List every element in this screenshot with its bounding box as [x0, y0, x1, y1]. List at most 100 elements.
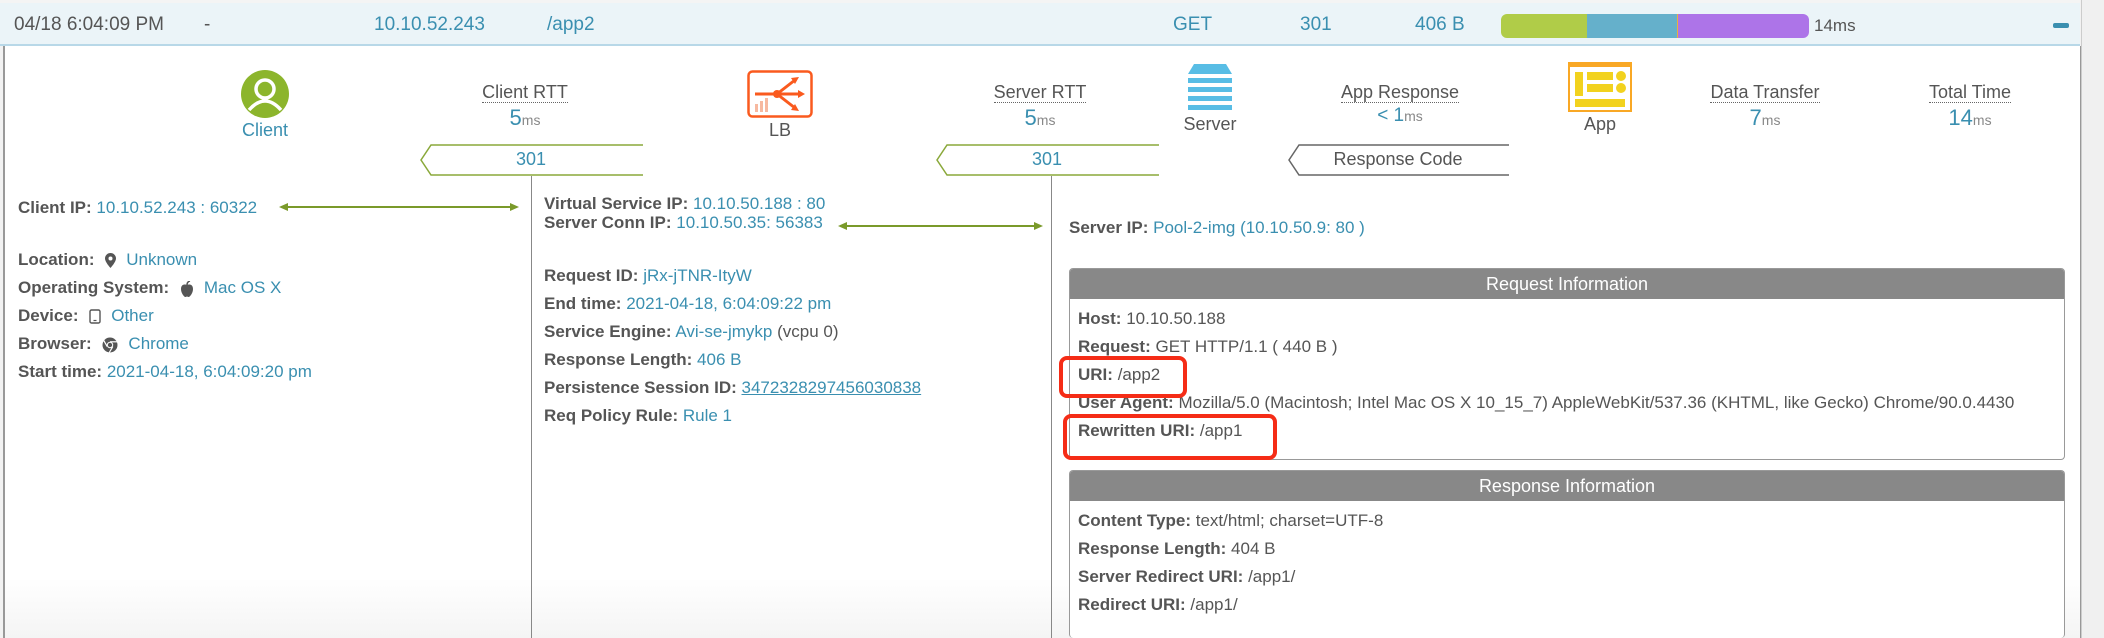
data-transfer-title[interactable]: Data Transfer	[1710, 82, 1820, 103]
browser-row: Browser: Chrome	[18, 334, 189, 353]
request-value: GET HTTP/1.1 ( 440 B )	[1155, 337, 1338, 356]
rewritten-uri-highlight-box	[1063, 414, 1277, 460]
server-response-code: 301	[935, 144, 1159, 176]
vs-ip-row: Virtual Service IP: 10.10.50.188 : 80	[544, 194, 826, 213]
server-conn-ip-row: Server Conn IP: 10.10.50.35: 56383	[544, 213, 823, 232]
data-transfer-value: 7	[1749, 105, 1762, 130]
log-dash: -	[204, 14, 211, 35]
client-ip-row: Client IP: 10.10.52.243 : 60322	[18, 198, 258, 217]
client-lb-connection-arrow	[279, 203, 519, 211]
response-information-title: Response Information	[1070, 471, 2064, 501]
os-row: Operating System: Mac OS X	[18, 278, 282, 297]
lb-label: LB	[768, 120, 792, 140]
timeline-segment-server-rtt	[1587, 14, 1677, 38]
timeline-segment-data-transfer	[1677, 14, 1809, 38]
user-agent-value: Mozilla/5.0 (Macintosh; Intel Mac OS X 1…	[1178, 393, 2015, 412]
minus-icon[interactable]	[2053, 23, 2069, 28]
app-label: App	[1583, 114, 1617, 134]
end-time-row: End time: 2021-04-18, 6:04:09:22 pm	[544, 294, 832, 313]
server-response-code-value: 301	[1031, 149, 1063, 169]
uri-row: URI: /app2	[1078, 365, 1161, 384]
log-status[interactable]: 301	[1300, 14, 1332, 36]
user-icon	[241, 70, 289, 118]
log-total-time: 14ms	[1814, 16, 1856, 35]
column-divider	[1051, 176, 1052, 638]
timeline-segment-client-rtt	[1501, 14, 1588, 38]
lb-details: Request ID: jRx-jTNR-ItyW End time: 2021…	[544, 262, 921, 430]
host-row: Host: 10.10.50.188	[1078, 309, 1226, 328]
response-code-legend: Response Code	[1287, 144, 1509, 176]
log-client-ip[interactable]: 10.10.52.243	[374, 14, 485, 36]
host-value: 10.10.50.188	[1126, 309, 1226, 328]
response-length-value: 406 B	[697, 350, 742, 369]
log-size[interactable]: 406 B	[1415, 14, 1465, 36]
location-value: Unknown	[126, 250, 198, 269]
browser-value: Chrome	[128, 334, 189, 353]
total-time-title[interactable]: Total Time	[1928, 82, 2012, 103]
request-id-value: jRx-jTNR-ItyW	[643, 266, 752, 285]
device-value: Other	[111, 306, 154, 325]
location-row: Location: Unknown	[18, 250, 198, 269]
client-ip-value[interactable]: 10.10.52.243 : 60322	[96, 198, 257, 217]
end-time-value: 2021-04-18, 6:04:09:22 pm	[626, 294, 832, 313]
log-timestamp: 04/18 6:04:09 PM	[14, 14, 164, 35]
lb-connection-info: Virtual Service IP: 10.10.50.188 : 80 Se…	[544, 194, 825, 232]
service-engine-vcpu: (vcpu 0)	[777, 322, 839, 341]
client-rtt-unit: ms	[521, 112, 541, 128]
log-method[interactable]: GET	[1173, 14, 1212, 36]
tablet-icon	[89, 309, 101, 324]
app-response-value: < 1	[1377, 105, 1405, 126]
server-conn-ip-value[interactable]: 10.10.50.35: 56383	[676, 213, 823, 232]
total-time-metric: Total Time 14ms	[1910, 82, 2030, 131]
response-length-row: Response Length: 404 B	[1078, 539, 1276, 558]
service-engine-value[interactable]: Avi-se-jmykp	[675, 322, 772, 341]
column-divider	[531, 176, 532, 638]
app-response-metric: App Response < 1ms	[1325, 82, 1475, 127]
content-type-row: Content Type: text/html; charset=UTF-8	[1078, 511, 1384, 530]
persistence-session-link[interactable]: 3472328297456030838	[742, 378, 922, 397]
redirect-uri-row: Redirect URI: /app1/	[1078, 595, 1238, 614]
server-ip-row: Server IP: Pool-2-img (10.10.50.9: 80 )	[1069, 218, 1365, 237]
policy-row: Req Policy Rule: Rule 1	[544, 406, 733, 425]
server-pool-value[interactable]: Pool-2-img	[1153, 218, 1235, 237]
uri-highlight-box	[1059, 356, 1187, 398]
client-info: Client IP: 10.10.52.243 : 60322 Location…	[18, 194, 312, 386]
flow-lb: LB	[745, 70, 815, 141]
data-transfer-metric: Data Transfer 7ms	[1695, 82, 1835, 131]
request-information-title: Request Information	[1070, 269, 2064, 299]
timeline-bar	[1501, 14, 1809, 38]
app-response-unit: ms	[1404, 108, 1423, 124]
scrollbar-track[interactable]	[2081, 0, 2104, 638]
client-response-code-value: 301	[515, 149, 547, 169]
client-rtt-title[interactable]: Client RTT	[482, 82, 568, 103]
persistence-row: Persistence Session ID: 3472328297456030…	[544, 378, 922, 397]
client-rtt-metric: Client RTT 5ms	[465, 82, 585, 131]
total-time-value: 14	[1948, 105, 1973, 130]
client-response-code: 301	[419, 144, 643, 176]
flow-client: Client	[230, 70, 300, 141]
response-length-value: 404 B	[1231, 539, 1276, 558]
server-icon	[1188, 64, 1232, 110]
server-label: Server	[1183, 114, 1237, 134]
client-rtt-value: 5	[509, 105, 522, 130]
app-response-title[interactable]: App Response	[1340, 82, 1460, 103]
response-length-row: Response Length: 406 B	[544, 350, 742, 369]
user-agent-row: User Agent: Mozilla/5.0 (Macintosh; Inte…	[1078, 393, 2015, 412]
server-redirect-uri-row: Server Redirect URI: /app1/	[1078, 567, 1296, 586]
map-pin-icon	[105, 253, 117, 269]
policy-value[interactable]: Rule 1	[683, 406, 732, 425]
log-uri[interactable]: /app2	[547, 14, 595, 36]
service-engine-row: Service Engine: Avi-se-jmykp (vcpu 0)	[544, 322, 839, 341]
redirect-uri-value: /app1/	[1190, 595, 1238, 614]
server-rtt-title[interactable]: Server RTT	[993, 82, 1087, 103]
response-information-box: Response Information Content Type: text/…	[1069, 470, 2065, 638]
request-row: Request: GET HTTP/1.1 ( 440 B )	[1078, 337, 1338, 356]
content-type-value: text/html; charset=UTF-8	[1195, 511, 1384, 530]
log-detail-panel: Client Client RTT 5ms LB Server RTT 5ms	[3, 46, 2081, 638]
chrome-icon	[102, 337, 118, 353]
vs-ip-value[interactable]: 10.10.50.188 : 80	[693, 194, 825, 213]
response-code-legend-label: Response Code	[1333, 149, 1463, 169]
load-balancer-icon	[747, 70, 813, 118]
log-row[interactable]: 04/18 6:04:09 PM - 10.10.52.243 /app2 GE…	[0, 0, 2080, 46]
data-transfer-unit: ms	[1761, 112, 1781, 128]
